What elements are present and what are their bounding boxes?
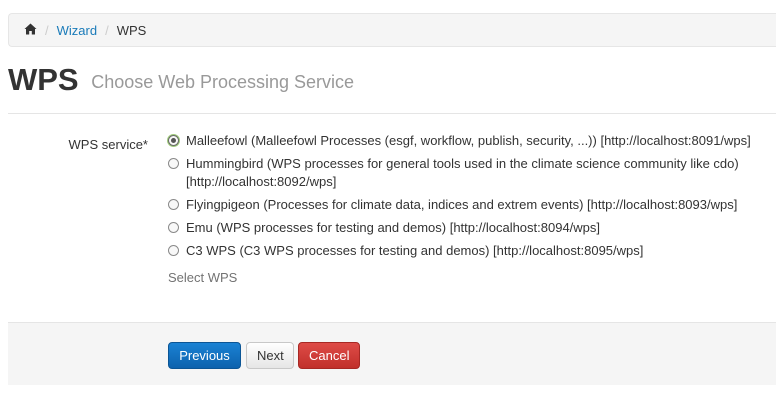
wps-service-label: WPS service*	[68, 137, 148, 152]
breadcrumb-separator: /	[105, 22, 109, 38]
breadcrumb: / Wizard / WPS	[8, 13, 776, 47]
home-icon[interactable]	[24, 23, 37, 35]
page-subtitle: Choose Web Processing Service	[91, 72, 355, 92]
wps-service-radio-group: Malleefowl (Malleefowl Processes (esgf, …	[168, 132, 768, 265]
page-title: WPS Choose Web Processing Service	[8, 60, 354, 104]
radio-option-c3-wps[interactable]: C3 WPS (C3 WPS processes for testing and…	[168, 242, 768, 260]
radio-option-label[interactable]: Hummingbird (WPS processes for general t…	[186, 156, 739, 189]
radio-option-malleefowl[interactable]: Malleefowl (Malleefowl Processes (esgf, …	[168, 132, 768, 150]
breadcrumb-separator: /	[45, 22, 49, 38]
radio-option-label[interactable]: Malleefowl (Malleefowl Processes (esgf, …	[186, 133, 751, 148]
radio-option-hummingbird[interactable]: Hummingbird (WPS processes for general t…	[168, 155, 768, 191]
radio-option-flyingpigeon[interactable]: Flyingpigeon (Processes for climate data…	[168, 196, 768, 214]
radio-button[interactable]	[168, 135, 179, 146]
form-actions: Previous Next Cancel	[8, 322, 776, 385]
radio-button[interactable]	[168, 158, 179, 169]
radio-button[interactable]	[168, 222, 179, 233]
page-title-text: WPS	[8, 62, 79, 97]
help-text: Select WPS	[168, 270, 238, 285]
title-divider	[8, 113, 776, 114]
radio-option-label[interactable]: Emu (WPS processes for testing and demos…	[186, 220, 600, 235]
next-button[interactable]: Next	[246, 342, 294, 369]
cancel-button[interactable]: Cancel	[298, 342, 360, 369]
radio-button[interactable]	[168, 199, 179, 210]
breadcrumb-home[interactable]	[24, 23, 37, 36]
radio-option-emu[interactable]: Emu (WPS processes for testing and demos…	[168, 219, 768, 237]
previous-button[interactable]: Previous	[168, 342, 241, 369]
breadcrumb-link-wizard[interactable]: Wizard	[57, 23, 97, 38]
breadcrumb-current: WPS	[116, 22, 147, 38]
radio-option-label[interactable]: C3 WPS (C3 WPS processes for testing and…	[186, 243, 643, 258]
radio-option-label[interactable]: Flyingpigeon (Processes for climate data…	[186, 197, 737, 212]
radio-button[interactable]	[168, 245, 179, 256]
